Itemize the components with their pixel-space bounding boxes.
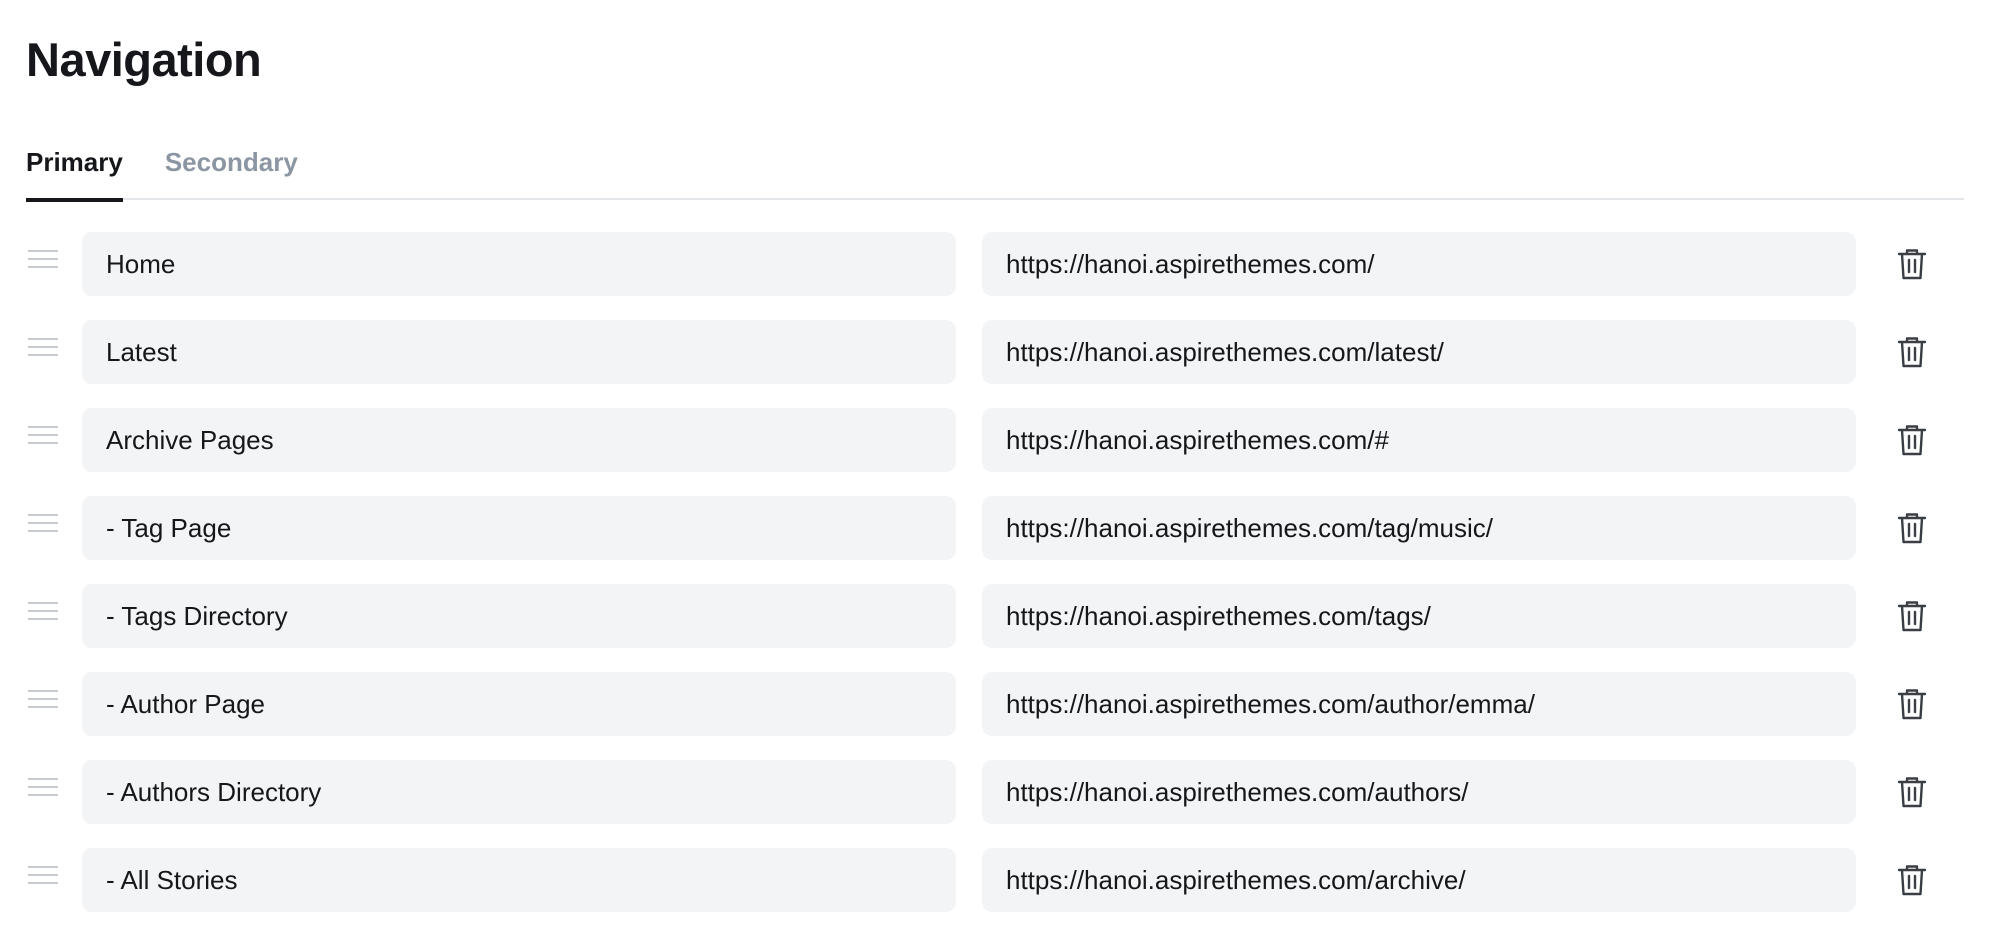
item-label-input[interactable]: [82, 496, 956, 560]
trash-icon: [1897, 513, 1927, 544]
delete-item-button[interactable]: [1894, 422, 1930, 458]
navigation-item-row: [26, 320, 1964, 384]
navigation-item-row: [26, 584, 1964, 648]
delete-item-button[interactable]: [1894, 686, 1930, 722]
drag-handle-icon[interactable]: [28, 866, 58, 890]
navigation-item-row: [26, 672, 1964, 736]
item-url-input[interactable]: [982, 232, 1856, 296]
item-url-input[interactable]: [982, 760, 1856, 824]
delete-item-button[interactable]: [1894, 862, 1930, 898]
item-label-input[interactable]: [82, 408, 956, 472]
item-url-input[interactable]: [982, 496, 1856, 560]
item-label-input[interactable]: [82, 848, 956, 912]
item-url-input[interactable]: [982, 584, 1856, 648]
drag-handle-icon[interactable]: [28, 426, 58, 450]
delete-item-button[interactable]: [1894, 598, 1930, 634]
trash-icon: [1897, 601, 1927, 632]
item-label-input[interactable]: [82, 320, 956, 384]
page-title: Navigation: [26, 33, 262, 86]
drag-handle-icon[interactable]: [28, 690, 58, 714]
trash-icon: [1897, 777, 1927, 808]
navigation-item-row: [26, 496, 1964, 560]
navigation-tabs: Primary Secondary: [26, 142, 1964, 202]
drag-handle-icon[interactable]: [28, 602, 58, 626]
trash-icon: [1897, 865, 1927, 896]
delete-item-button[interactable]: [1894, 246, 1930, 282]
trash-icon: [1897, 689, 1927, 720]
item-label-input[interactable]: [82, 760, 956, 824]
navigation-settings-page: Navigation Primary Secondary: [0, 0, 1990, 930]
tab-secondary[interactable]: Secondary: [165, 142, 298, 200]
item-label-input[interactable]: [82, 672, 956, 736]
drag-handle-icon[interactable]: [28, 338, 58, 362]
item-url-input[interactable]: [982, 408, 1856, 472]
delete-item-button[interactable]: [1894, 510, 1930, 546]
drag-handle-icon[interactable]: [28, 514, 58, 538]
delete-item-button[interactable]: [1894, 774, 1930, 810]
item-url-input[interactable]: [982, 320, 1856, 384]
navigation-item-row: [26, 760, 1964, 824]
tab-primary[interactable]: Primary: [26, 142, 123, 202]
trash-icon: [1897, 337, 1927, 368]
navigation-item-row: [26, 232, 1964, 296]
navigation-item-list: [26, 232, 1964, 930]
navigation-item-row: [26, 408, 1964, 472]
item-url-input[interactable]: [982, 672, 1856, 736]
item-label-input[interactable]: [82, 584, 956, 648]
trash-icon: [1897, 249, 1927, 280]
item-label-input[interactable]: [82, 232, 956, 296]
navigation-item-row: [26, 848, 1964, 912]
item-url-input[interactable]: [982, 848, 1856, 912]
delete-item-button[interactable]: [1894, 334, 1930, 370]
drag-handle-icon[interactable]: [28, 778, 58, 802]
trash-icon: [1897, 425, 1927, 456]
drag-handle-icon[interactable]: [28, 250, 58, 274]
